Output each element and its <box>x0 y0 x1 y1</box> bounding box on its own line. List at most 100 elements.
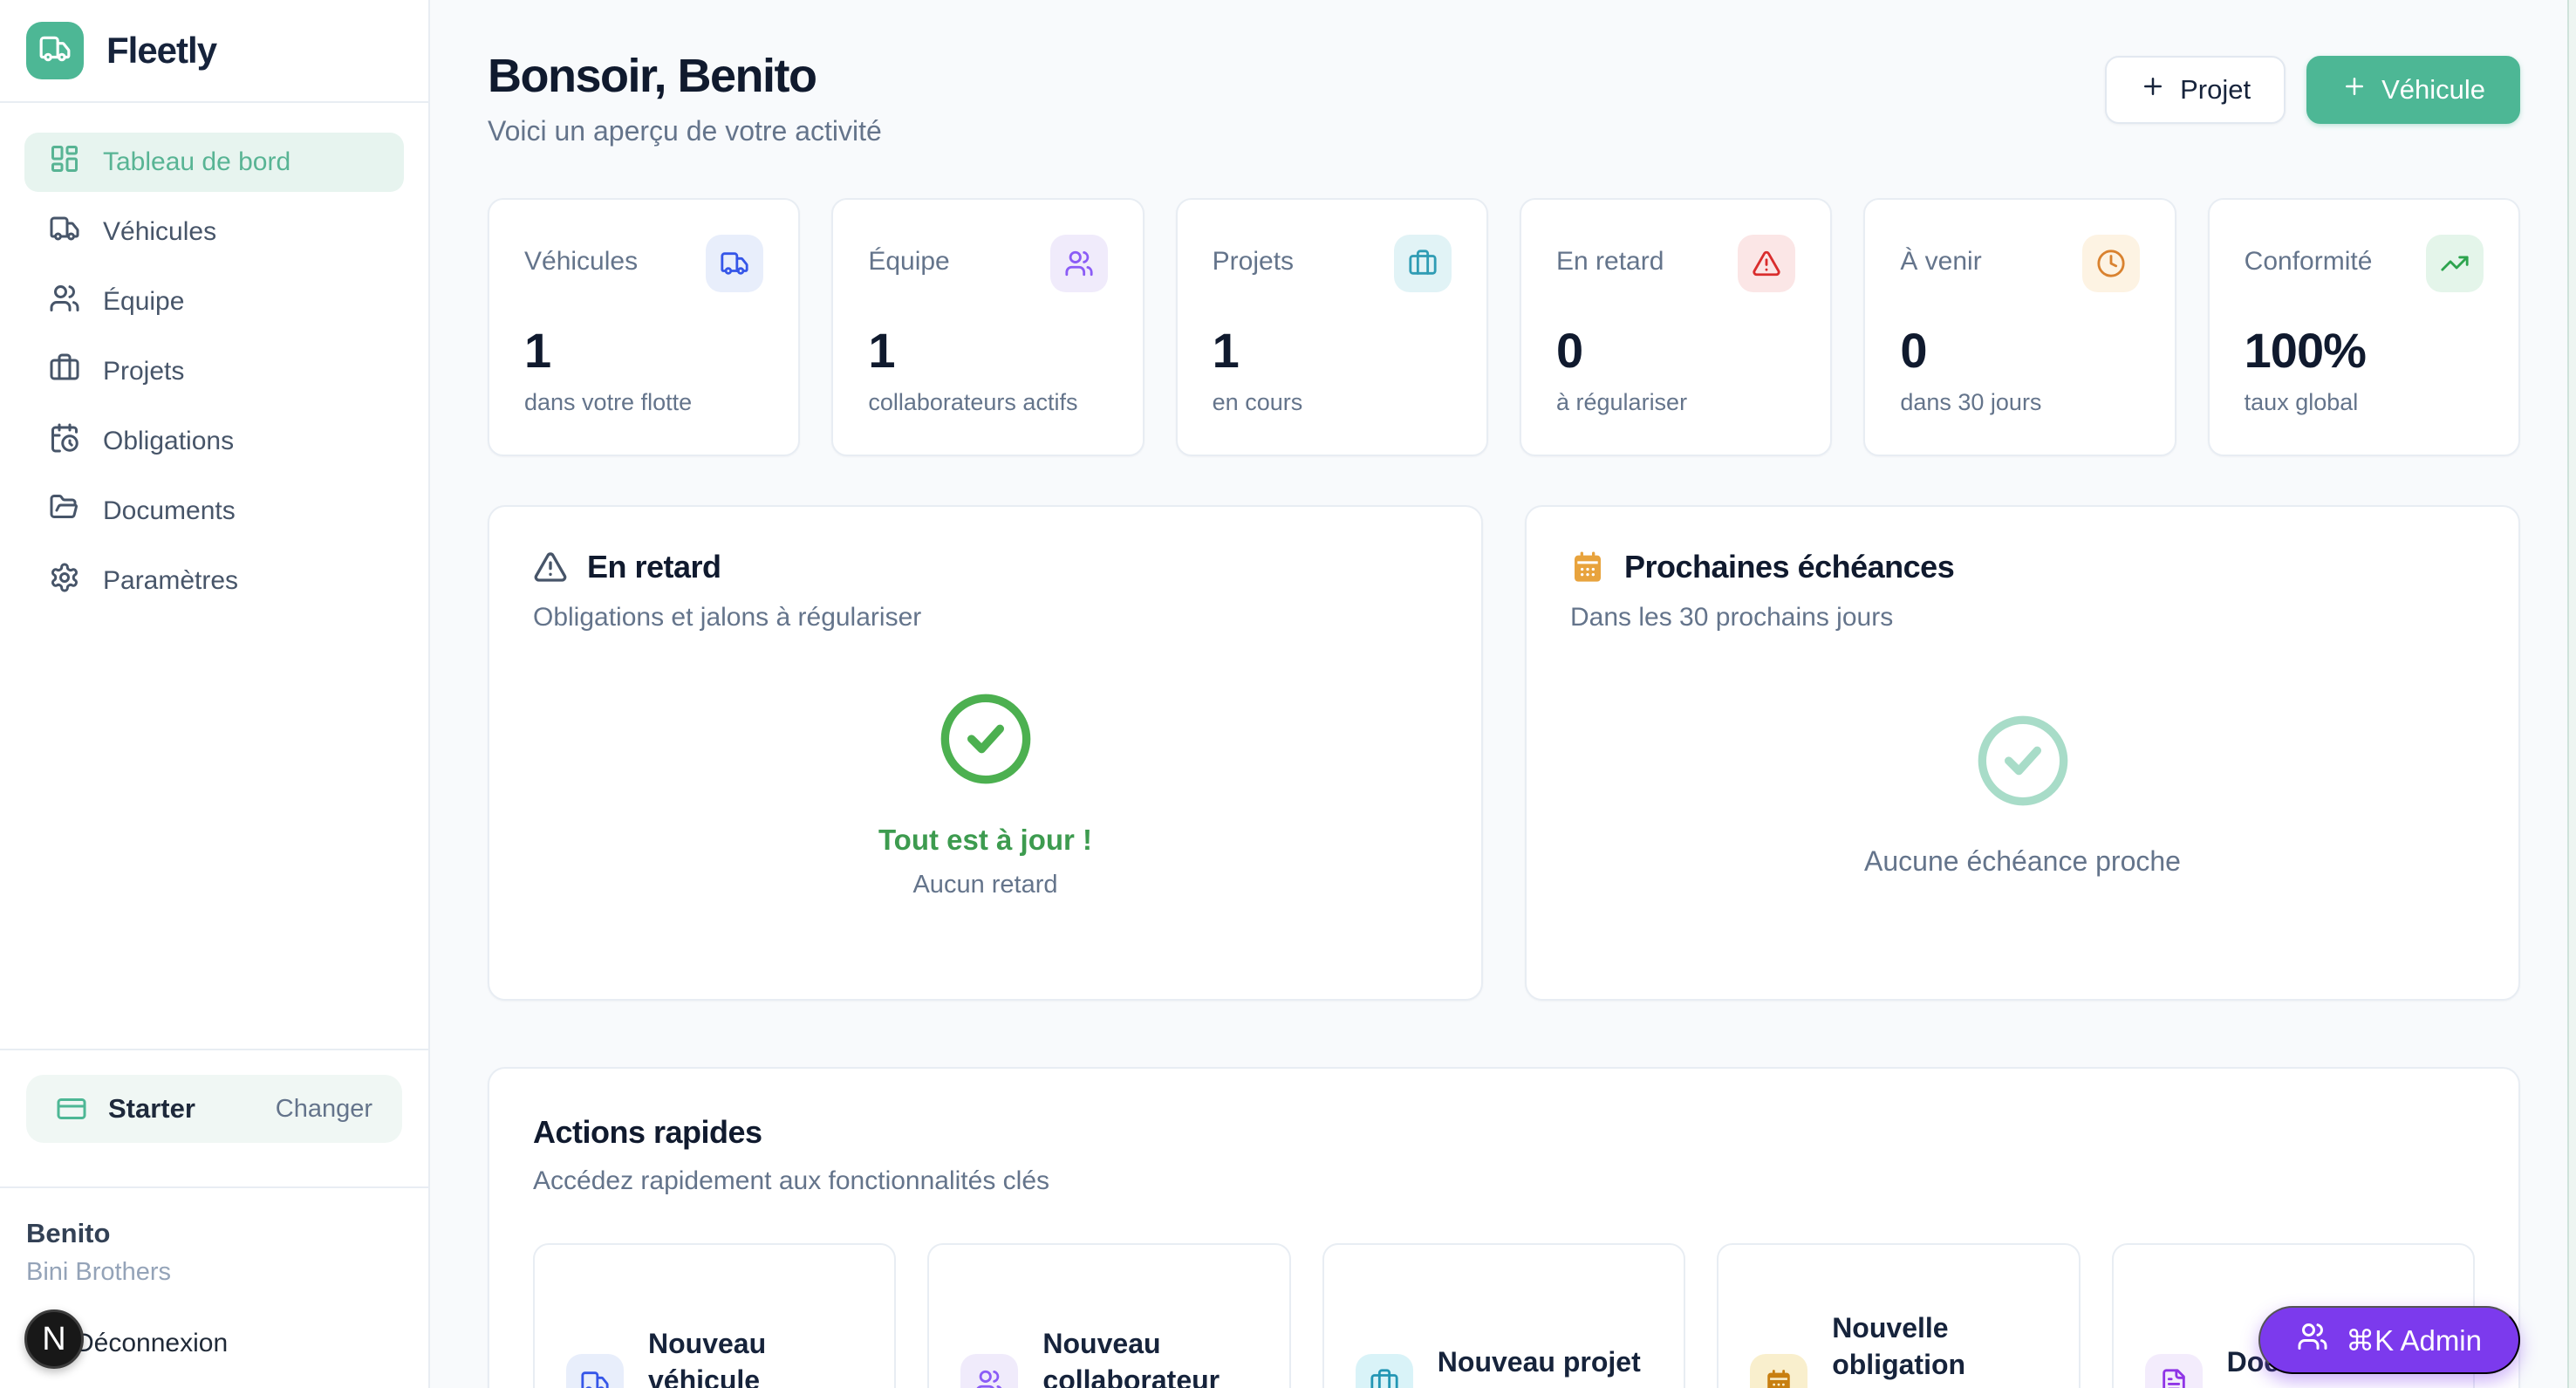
sidebar-item-label: Documents <box>103 496 236 526</box>
stat-value: 0 <box>1556 322 1795 379</box>
stat-label: Projets <box>1213 235 1294 277</box>
sidebar-nav: Tableau de bord Véhicules Équipe Projets <box>0 103 428 621</box>
quick-actions-title: Actions rapides <box>533 1114 2475 1151</box>
quick-actions-panel: Actions rapides Accédez rapidement aux f… <box>488 1067 2520 1388</box>
add-vehicle-label: Véhicule <box>2381 74 2485 106</box>
sidebar-spacer <box>0 621 428 1049</box>
sidebar-item-obligations[interactable]: Obligations <box>24 412 404 471</box>
briefcase-icon <box>1356 1354 1413 1388</box>
logout-label: Déconnexion <box>75 1329 228 1358</box>
clock-icon <box>2082 235 2140 292</box>
stat-caption: dans votre flotte <box>524 389 763 416</box>
scrollbar[interactable] <box>2567 0 2576 1388</box>
plan-name: Starter <box>108 1093 195 1125</box>
action-title: Nouveau véhicule <box>648 1326 863 1388</box>
page-subtitle: Voici un aperçu de votre activité <box>488 115 882 147</box>
header-actions: Projet Véhicule <box>2105 56 2520 124</box>
admin-command-label: ⌘K Admin <box>2346 1323 2482 1357</box>
user-company: Bini Brothers <box>26 1258 402 1287</box>
alert-triangle-icon <box>533 550 568 585</box>
stat-label: Équipe <box>868 235 949 277</box>
stat-caption: en cours <box>1213 389 1452 416</box>
sidebar-item-projets[interactable]: Projets <box>24 342 404 401</box>
sidebar-item-label: Équipe <box>103 287 184 317</box>
sidebar-item-documents[interactable]: Documents <box>24 482 404 541</box>
sidebar-item-label: Paramètres <box>103 566 238 596</box>
late-panel-subtitle: Obligations et jalons à régulariser <box>533 603 1438 632</box>
add-project-label: Projet <box>2180 74 2251 106</box>
calendar-clock-icon <box>49 422 80 461</box>
truck-icon <box>49 213 80 251</box>
stat-card-equipe[interactable]: Équipe 1 collaborateurs actifs <box>831 198 1144 456</box>
stat-card-a-venir[interactable]: À venir 0 dans 30 jours <box>1863 198 2176 456</box>
stat-card-conformite[interactable]: Conformité 100% taux global <box>2208 198 2520 456</box>
sidebar: Fleetly Tableau de bord Véhicules Équipe <box>0 0 430 1388</box>
action-card-nouveau-projet[interactable]: Nouveau projet Créer un chantier <box>1322 1243 1685 1388</box>
admin-command-button[interactable]: ⌘K Admin <box>2258 1306 2520 1374</box>
action-title: Nouvelle obligation <box>1832 1310 2046 1383</box>
nextjs-dev-badge[interactable]: N <box>24 1309 84 1369</box>
action-title: Nouveau projet <box>1438 1344 1641 1381</box>
gear-icon <box>49 562 80 600</box>
sidebar-item-tableau-de-bord[interactable]: Tableau de bord <box>24 133 404 192</box>
user-section: Benito Bini Brothers Déconnexion N <box>0 1186 428 1388</box>
late-panel-empty-state: Tout est à jour ! Aucun retard <box>533 632 1438 957</box>
stat-caption: taux global <box>2245 389 2484 416</box>
quick-actions-row: Nouveau véhicule Ajouter à la flotte Nou… <box>533 1243 2475 1388</box>
page-header-left: Bonsoir, Benito Voici un aperçu de votre… <box>488 49 882 147</box>
stat-value: 1 <box>1213 322 1452 379</box>
calendar-icon <box>1750 1354 1807 1388</box>
page-header: Bonsoir, Benito Voici un aperçu de votre… <box>488 49 2520 147</box>
folder-open-icon <box>49 492 80 530</box>
late-empty-title: Tout est à jour ! <box>878 824 1092 857</box>
file-text-icon <box>2145 1354 2203 1388</box>
stat-caption: à régulariser <box>1556 389 1795 416</box>
plan-box: Starter Changer <box>26 1075 402 1143</box>
sidebar-item-parametres[interactable]: Paramètres <box>24 551 404 611</box>
stat-value: 100% <box>2245 322 2484 379</box>
add-project-button[interactable]: Projet <box>2105 56 2286 124</box>
plus-icon <box>2341 73 2368 106</box>
stat-label: À venir <box>1900 235 1981 277</box>
stat-card-en-retard[interactable]: En retard 0 à régulariser <box>1520 198 1832 456</box>
brand-name: Fleetly <box>106 30 216 72</box>
brand-logo <box>26 22 84 79</box>
stat-card-vehicules[interactable]: Véhicules 1 dans votre flotte <box>488 198 800 456</box>
stat-value: 1 <box>524 322 763 379</box>
users-icon <box>2297 1321 2328 1359</box>
add-vehicle-button[interactable]: Véhicule <box>2306 56 2520 124</box>
calendar-icon <box>1570 550 1605 585</box>
stat-label: En retard <box>1556 235 1664 277</box>
credit-card-icon <box>56 1093 87 1125</box>
trending-up-icon <box>2426 235 2484 292</box>
upcoming-panel-empty-state: Aucune échéance proche <box>1570 632 2475 957</box>
action-title: Nouveau collaborateur <box>1042 1326 1257 1388</box>
upcoming-empty-caption: Aucune échéance proche <box>1864 845 2181 878</box>
upcoming-panel: Prochaines échéances Dans les 30 prochai… <box>1525 505 2520 1001</box>
quick-actions-subtitle: Accédez rapidement aux fonctionnalités c… <box>533 1166 2475 1196</box>
brand-logo-row: Fleetly <box>0 0 428 103</box>
sidebar-item-equipe[interactable]: Équipe <box>24 272 404 332</box>
truck-icon <box>706 235 763 292</box>
stats-row: Véhicules 1 dans votre flotte Équipe 1 c… <box>488 198 2520 456</box>
panels-row: En retard Obligations et jalons à régula… <box>488 505 2520 1001</box>
stat-label: Conformité <box>2245 235 2373 277</box>
action-card-nouveau-collaborateur[interactable]: Nouveau collaborateur Ajouter à l'équipe <box>927 1243 1290 1388</box>
plan-section: Starter Changer <box>0 1049 428 1186</box>
upcoming-panel-title: Prochaines échéances <box>1624 549 1954 585</box>
action-card-nouveau-vehicule[interactable]: Nouveau véhicule Ajouter à la flotte <box>533 1243 896 1388</box>
stat-caption: collaborateurs actifs <box>868 389 1107 416</box>
app-window: Fleetly Tableau de bord Véhicules Équipe <box>0 0 2576 1388</box>
sidebar-item-label: Véhicules <box>103 217 216 247</box>
stat-value: 0 <box>1900 322 2139 379</box>
plan-change-link[interactable]: Changer <box>276 1095 372 1124</box>
action-card-nouvelle-obligation[interactable]: Nouvelle obligation Planifier une échéan… <box>1717 1243 2080 1388</box>
check-circle-icon <box>937 690 1035 792</box>
main-content: Bonsoir, Benito Voici un aperçu de votre… <box>430 0 2576 1388</box>
users-icon <box>960 1354 1018 1388</box>
users-icon <box>49 283 80 321</box>
sidebar-item-vehicules[interactable]: Véhicules <box>24 202 404 262</box>
stat-card-projets[interactable]: Projets 1 en cours <box>1176 198 1488 456</box>
truck-icon <box>38 32 72 70</box>
stat-caption: dans 30 jours <box>1900 389 2139 416</box>
